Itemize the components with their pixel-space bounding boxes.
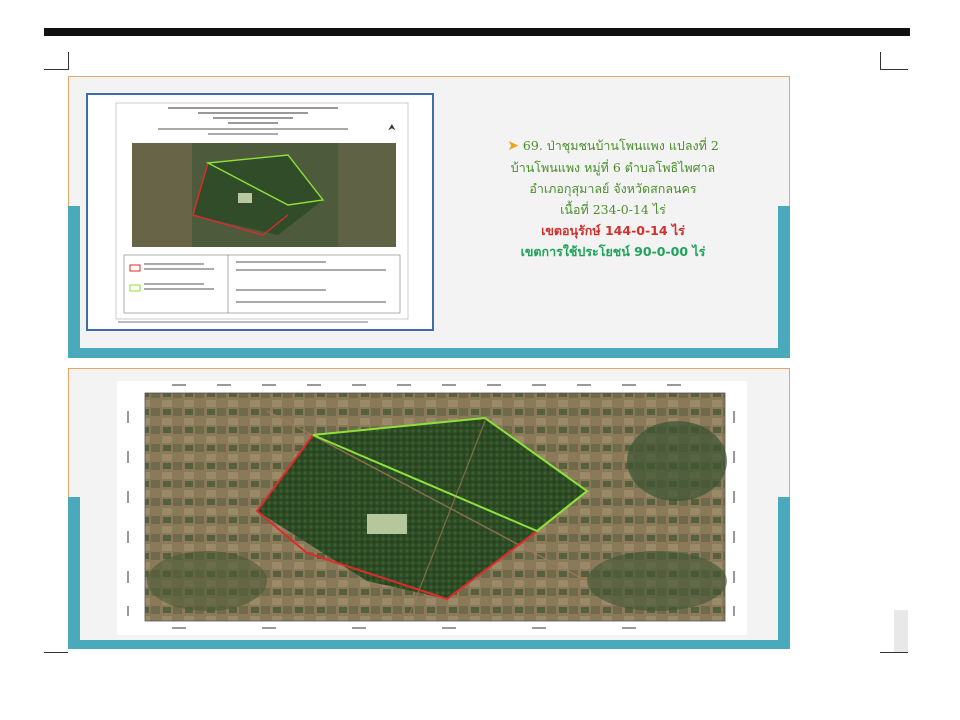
crop-mark-top-left — [44, 69, 68, 70]
small-map-sheet: ⮝ — [86, 93, 434, 331]
arrow-bullet-icon: ➤ — [507, 138, 519, 154]
small-map-svg: ⮝ — [115, 102, 409, 323]
north-arrow-icon: ⮝ — [388, 123, 396, 133]
teal-band-left-2 — [68, 497, 80, 647]
plot-location-line1: บ้านโพนแพง หมู่ที่ 6 ตำบลโพธิไพศาล — [510, 160, 716, 175]
plot-area: เนื้อที่ 234-0-14 ไร่ — [560, 202, 666, 217]
teal-band-right — [778, 206, 790, 356]
teal-band-bottom-2 — [68, 640, 790, 649]
teal-band-right-2 — [778, 497, 790, 647]
crop-mark-top-right-v — [880, 52, 881, 70]
large-satellite-map — [117, 381, 747, 635]
teal-band-left — [68, 206, 80, 356]
crop-mark-bottom-left — [44, 652, 68, 653]
plot-title: 69. ป่าชุมชนบ้านโพนแพง แปลงที่ 2 — [522, 138, 719, 153]
crop-mark-bottom-right — [880, 652, 908, 653]
plot-location-line2: อำเภอกุสุมาลย์ จังหวัดสกลนคร — [529, 181, 697, 196]
utilization-zone: เขตการใช้ประโยชน์ 90-0-00 ไร่ — [520, 244, 706, 259]
crop-mark-top-left-v — [68, 52, 69, 70]
scroll-stub — [894, 610, 908, 652]
top-rule — [44, 28, 910, 36]
crop-mark-top-right — [880, 69, 908, 70]
plot-description: ➤ 69. ป่าชุมชนบ้านโพนแพง แปลงที่ 2 บ้านโ… — [448, 135, 778, 262]
teal-band-bottom — [68, 348, 790, 358]
conservation-zone: เขตอนุรักษ์ 144-0-14 ไร่ — [541, 223, 685, 238]
large-map-svg — [127, 384, 735, 629]
